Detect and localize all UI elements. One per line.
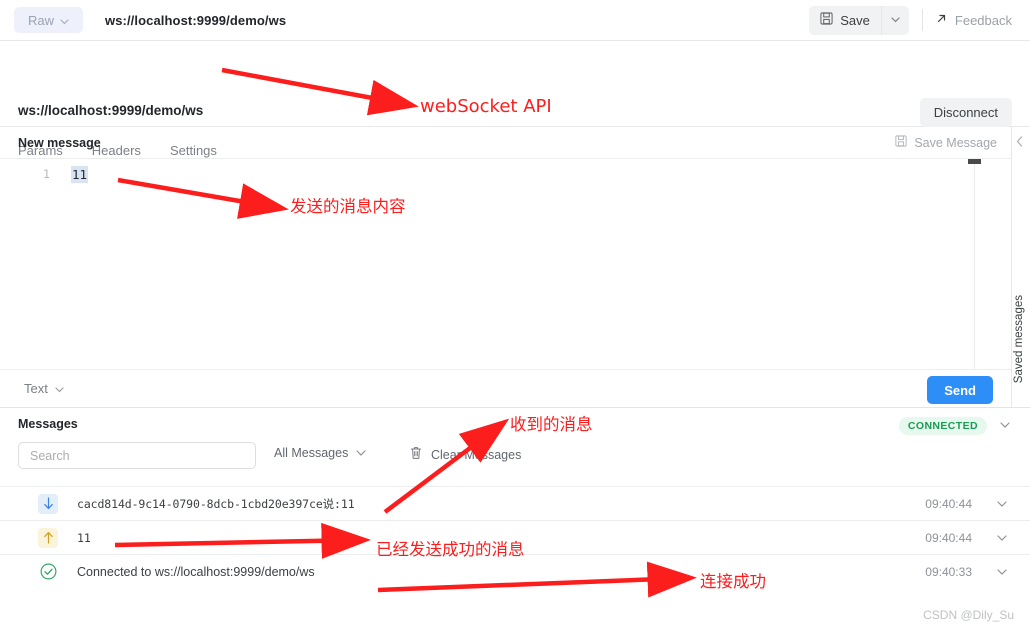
annotation-sent-success: 已经发送成功的消息 bbox=[376, 540, 525, 559]
chevron-down-icon bbox=[55, 381, 64, 396]
request-url[interactable]: ws://localhost:9999/demo/ws bbox=[18, 103, 203, 118]
clear-messages-label: Clear Messages bbox=[431, 447, 522, 462]
feedback-button[interactable]: Feedback bbox=[936, 13, 1030, 28]
message-timestamp: 09:40:44 bbox=[925, 530, 972, 545]
save-button-group: Save bbox=[809, 5, 909, 35]
message-editor[interactable]: 1 11 bbox=[0, 158, 1011, 370]
editor-content[interactable]: 11 bbox=[71, 166, 89, 183]
table-row[interactable]: cacd814d-9c14-0790-8dcb-1cbd20e397ce说:11… bbox=[0, 486, 1030, 520]
disconnect-button[interactable]: Disconnect bbox=[919, 98, 1012, 127]
websocket-client-window: Raw ws://localhost:9999/demo/ws Save Fee… bbox=[0, 0, 1030, 627]
arrow-up-icon bbox=[38, 527, 58, 548]
editor-scrollbar-thumb[interactable] bbox=[968, 159, 981, 164]
request-url-top[interactable]: ws://localhost:9999/demo/ws bbox=[105, 13, 286, 28]
search-placeholder: Search bbox=[30, 448, 70, 463]
feedback-label: Feedback bbox=[954, 12, 1012, 28]
message-text: Connected to ws://localhost:9999/demo/ws bbox=[77, 564, 315, 579]
save-message-button[interactable]: Save Message bbox=[895, 135, 997, 150]
floppy-disk-icon bbox=[895, 135, 907, 150]
clear-messages-button[interactable]: Clear Messages bbox=[410, 446, 521, 463]
messages-filter-dropdown[interactable]: All Messages bbox=[274, 446, 366, 460]
chevron-left-icon[interactable] bbox=[1016, 136, 1023, 150]
messages-toolbar: Search All Messages Clear Messages bbox=[0, 442, 1030, 482]
chevron-down-icon bbox=[891, 14, 900, 26]
saved-messages-label: Saved messages bbox=[1013, 295, 1025, 384]
message-text: 11 bbox=[77, 530, 91, 545]
annotation-websocket-api: webSocket API bbox=[420, 96, 552, 117]
arrow-down-icon bbox=[38, 493, 58, 514]
top-toolbar: Raw ws://localhost:9999/demo/ws Save Fee… bbox=[0, 0, 1030, 41]
message-timestamp: 09:40:44 bbox=[925, 496, 972, 511]
chevron-down-icon[interactable] bbox=[997, 531, 1007, 545]
chevron-down-icon[interactable] bbox=[1000, 418, 1010, 432]
raw-mode-label: Raw bbox=[27, 12, 54, 28]
chevron-down-icon bbox=[60, 13, 69, 28]
watermark: CSDN @Dily_Su bbox=[923, 608, 1014, 622]
save-dropdown-button[interactable] bbox=[880, 5, 909, 35]
chevron-down-icon[interactable] bbox=[997, 565, 1007, 579]
saved-messages-rail[interactable]: Saved messages bbox=[1011, 127, 1030, 407]
chevron-down-icon[interactable] bbox=[997, 497, 1007, 511]
editor-scrollbar-track[interactable] bbox=[974, 159, 975, 370]
annotation-received-message: 收到的消息 bbox=[510, 415, 593, 434]
trash-icon bbox=[410, 446, 422, 463]
save-button[interactable]: Save bbox=[809, 6, 881, 35]
send-button[interactable]: Send bbox=[927, 376, 993, 404]
new-message-bar: New message Save Message bbox=[0, 127, 1011, 158]
toolbar-divider bbox=[921, 9, 923, 31]
message-format-dropdown[interactable]: Text bbox=[24, 381, 64, 396]
save-button-label: Save bbox=[840, 12, 870, 28]
save-message-label: Save Message bbox=[914, 135, 997, 150]
editor-line-number: 1 bbox=[43, 167, 50, 181]
annotation-connect-success: 连接成功 bbox=[700, 572, 766, 591]
messages-title: Messages bbox=[18, 417, 78, 431]
new-message-label: New message bbox=[18, 135, 101, 150]
disconnect-label: Disconnect bbox=[933, 105, 998, 120]
annotation-send-content: 发送的消息内容 bbox=[290, 197, 406, 216]
top-toolbar-right: Save Feedback bbox=[809, 0, 1030, 40]
arrow-up-right-icon bbox=[936, 13, 947, 27]
search-input[interactable]: Search bbox=[18, 442, 256, 469]
floppy-disk-icon bbox=[820, 12, 833, 28]
message-text: cacd814d-9c14-0790-8dcb-1cbd20e397ce说:11 bbox=[77, 496, 355, 511]
messages-panel: Messages CONNECTED Search All Messages C… bbox=[0, 407, 1030, 627]
message-timestamp: 09:40:33 bbox=[925, 564, 972, 579]
messages-filter-label: All Messages bbox=[274, 446, 349, 460]
check-circle-icon bbox=[38, 562, 58, 582]
raw-mode-dropdown[interactable]: Raw bbox=[14, 7, 83, 33]
status-badge: CONNECTED bbox=[898, 417, 987, 435]
message-format-label: Text bbox=[24, 381, 48, 396]
editor-bottom-bar: Text Send bbox=[0, 369, 1011, 407]
chevron-down-icon bbox=[356, 446, 366, 460]
